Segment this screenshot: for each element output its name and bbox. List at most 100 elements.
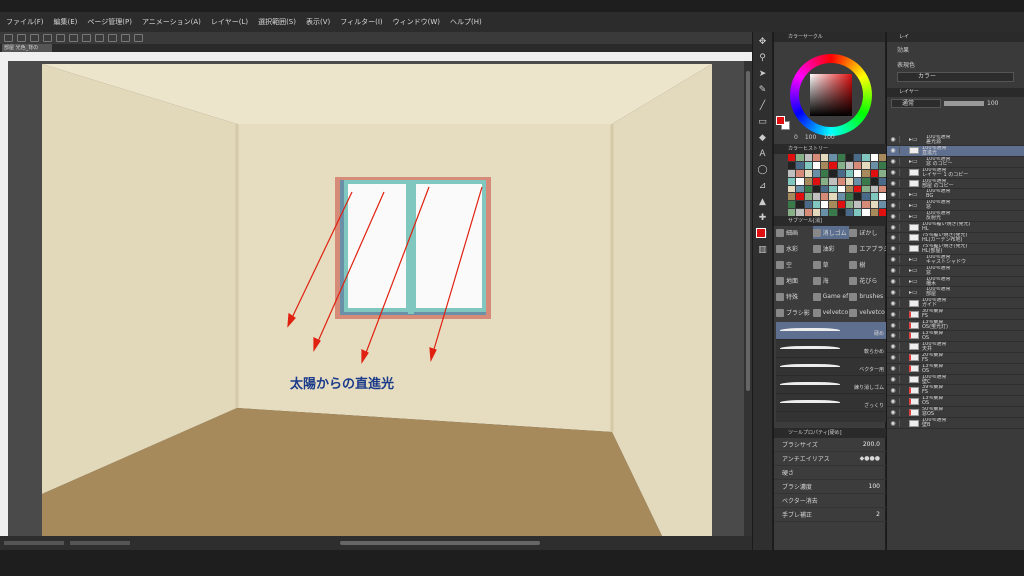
history-swatch[interactable] [845,193,853,201]
pen-tool-icon[interactable]: ✎ [757,84,769,96]
layer-lock-toggle[interactable] [899,332,907,340]
history-swatch[interactable] [837,154,845,161]
layer-row[interactable]: ◉ ▸▭ 100％通常 BG [887,189,1024,201]
history-swatch[interactable] [804,161,812,169]
history-swatch[interactable] [862,169,870,177]
history-swatch[interactable] [845,161,853,169]
display-color-dropdown[interactable]: カラー [897,72,1014,82]
history-swatch[interactable] [845,185,853,193]
ruler-tool-icon[interactable]: ▥ [757,244,769,256]
history-swatch[interactable] [854,209,862,216]
figure-tool-icon[interactable]: ✚ [757,212,769,224]
visibility-eye-icon[interactable]: ◉ [887,322,899,329]
layer-row[interactable]: ◉ 13％乗算 OS [887,396,1024,408]
vector-erase-row[interactable]: ベクター消去 [774,494,886,508]
undo-icon[interactable] [43,34,52,42]
visibility-eye-icon[interactable]: ◉ [887,256,899,263]
history-swatch[interactable] [837,177,845,185]
history-swatch[interactable] [837,201,845,209]
history-swatch[interactable] [821,169,829,177]
history-swatch[interactable] [870,201,878,209]
brush-item[interactable]: 練り消しゴム [776,376,886,394]
layer-lock-toggle[interactable] [899,212,907,220]
layer-lock-toggle[interactable] [899,278,907,286]
history-swatch[interactable] [829,209,837,216]
save-icon[interactable] [30,34,39,42]
antialias-row[interactable]: アンチエイリアス ◆●●● [774,452,886,466]
layer-lock-toggle[interactable] [899,343,907,351]
history-swatch[interactable] [870,177,878,185]
subtool-group-item[interactable]: velvetco [812,306,850,319]
layer-row[interactable]: ◉ 30％乗算 FS [887,309,1024,321]
layer-lock-toggle[interactable] [899,223,907,231]
history-swatch[interactable] [788,193,796,201]
history-swatch[interactable] [854,161,862,169]
selection-icon[interactable] [95,34,104,42]
menu-item[interactable]: レイヤー(L) [211,17,248,27]
history-swatch[interactable] [862,193,870,201]
layer-lock-toggle[interactable] [899,376,907,384]
brush-item[interactable]: ざっくり [776,394,886,412]
history-swatch[interactable] [878,154,886,161]
history-swatch[interactable] [788,161,796,169]
history-swatch[interactable] [788,154,796,161]
subtool-group-item[interactable]: Game ef [812,290,850,303]
layer-row[interactable]: ◉ 75％覆い焼き(発光) HL(カーテン布地) [887,233,1024,244]
eyedropper-tool-icon[interactable]: ⊿ [757,180,769,192]
history-swatch[interactable] [804,169,812,177]
layer-row[interactable]: ◉ 100％通常 レイヤー 1 のコピー [887,168,1024,179]
history-swatch[interactable] [878,201,886,209]
history-swatch[interactable] [796,201,804,209]
history-swatch[interactable] [878,169,886,177]
menu-item[interactable]: ウィンドウ(W) [393,17,440,27]
layer-lock-toggle[interactable] [899,386,907,394]
visibility-eye-icon[interactable]: ◉ [887,191,899,198]
hardness-row[interactable]: 硬さ [774,466,886,480]
subtool-group-item[interactable]: ぼかし [849,226,886,239]
history-swatch[interactable] [796,177,804,185]
subtool-group-item[interactable]: 草 [812,258,850,271]
history-swatch[interactable] [862,201,870,209]
history-swatch[interactable] [845,201,853,209]
history-swatch[interactable] [812,177,820,185]
menu-item[interactable]: 編集(E) [54,17,78,27]
history-swatch[interactable] [812,154,820,161]
visibility-eye-icon[interactable]: ◉ [887,365,899,372]
subtool-group-item[interactable]: 特殊 [776,290,813,303]
menu-item[interactable]: フィルター(I) [340,17,382,27]
stabilization-row[interactable]: 手ブレ補正 2 [774,508,886,522]
subtool-group-item[interactable]: 空 [776,258,813,271]
visibility-eye-icon[interactable]: ◉ [887,245,899,252]
layer-row[interactable]: ◉ 100％覆い焼き(発光) HL [887,222,1024,234]
visibility-eye-icon[interactable]: ◉ [887,224,899,231]
history-swatch[interactable] [804,185,812,193]
eraser-tool-icon[interactable]: ▭ [757,116,769,128]
menu-item[interactable]: アニメーション(A) [142,17,201,27]
layer-lock-toggle[interactable] [899,234,907,242]
history-swatch[interactable] [796,169,804,177]
visibility-eye-icon[interactable]: ◉ [887,202,899,209]
layer-lock-toggle[interactable] [899,201,907,209]
visibility-eye-icon[interactable]: ◉ [887,136,899,143]
layer-row[interactable]: ◉ ▸▭ 100％通常 柵木 [887,277,1024,288]
subtool-group-item[interactable]: 細画 [776,226,813,239]
history-swatch[interactable] [812,161,820,169]
layer-row[interactable]: ◉ 100％通常 ガイド [887,298,1024,310]
history-swatch[interactable] [821,177,829,185]
history-swatch[interactable] [804,177,812,185]
history-swatch[interactable] [829,177,837,185]
layer-lock-toggle[interactable] [899,256,907,264]
layer-row[interactable]: ◉ 100％通常 直進光 [887,146,1024,157]
visibility-eye-icon[interactable]: ◉ [887,289,899,296]
layer-lock-toggle[interactable] [899,299,907,307]
history-swatch[interactable] [821,154,829,161]
brush-item[interactable]: ベクター用 [776,358,886,376]
layer-row[interactable]: ◉ 39％乗算 FS [887,385,1024,397]
gradient-tool-icon[interactable]: ▲ [757,196,769,208]
visibility-eye-icon[interactable]: ◉ [887,180,899,187]
history-swatch[interactable] [804,201,812,209]
subtool-group-item[interactable]: 花びら [849,274,886,287]
layer-lock-toggle[interactable] [899,408,907,416]
rotate-slider[interactable] [70,541,130,545]
layer-lock-toggle[interactable] [899,136,907,144]
